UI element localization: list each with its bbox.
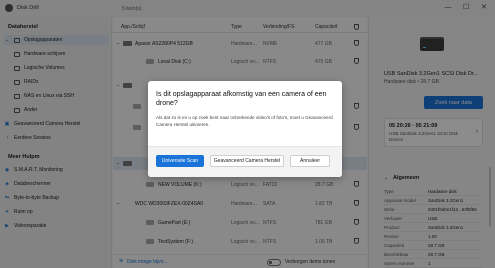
dialog-title: Is dit opslagapparaat afkomstig van een … [156,91,327,107]
dialog-footer: Universele Scan Geavanceerd Camera Herst… [148,146,342,177]
camera-drone-dialog: Is dit opslagapparaat afkomstig van een … [148,81,342,177]
advanced-camera-recovery-button[interactable]: Geavanceerd Camera Herstel [210,155,284,167]
cancel-button[interactable]: Annuleer [290,155,330,167]
dialog-message: Als dat zo is en u op zoek bent naar onh… [156,115,333,127]
universal-scan-button[interactable]: Universele Scan [156,155,204,167]
